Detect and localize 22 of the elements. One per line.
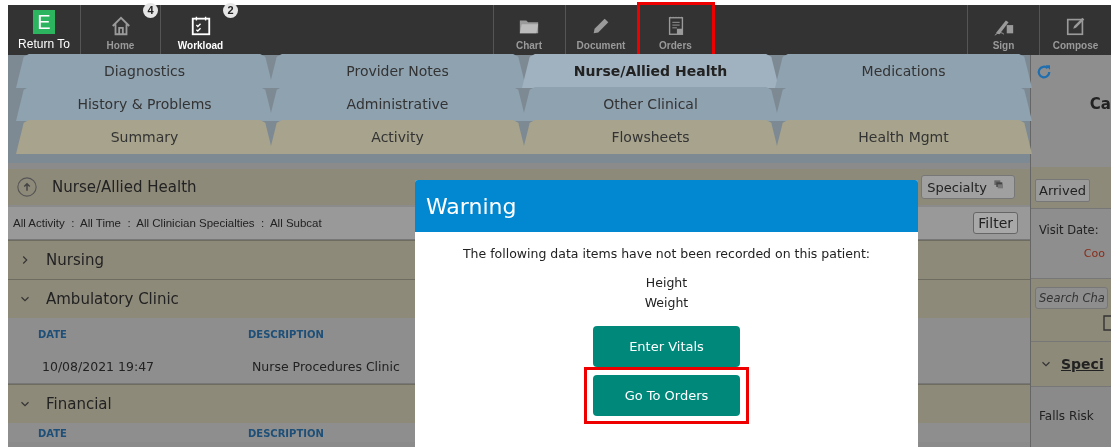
- missing-item: Height: [645, 274, 688, 292]
- column-header: DATE: [38, 428, 67, 441]
- falls-risk-label: Falls Risk: [1038, 408, 1095, 423]
- table-cell: Nurse Procedures Clinic: [252, 359, 400, 374]
- group-title: Financial: [46, 395, 112, 413]
- app-logo: E: [33, 10, 55, 34]
- dialog-title: Warning: [415, 180, 918, 232]
- table-cell: 10/08/2021 19:47: [42, 359, 155, 374]
- group-title: Nursing: [46, 251, 104, 269]
- patient-name: Ca: [1089, 95, 1111, 113]
- count-badge: 4: [143, 3, 158, 18]
- count-badge: 2: [223, 3, 238, 18]
- dialog-message: The following data items have not been recorded on this patient:: [462, 246, 871, 261]
- filter-summary: All Activity : All Time : All Clinician Specialties : All Subcat: [13, 217, 322, 229]
- column-header: DATE: [38, 329, 67, 342]
- alert-text: Coo: [1031, 245, 1111, 279]
- missing-item: Weight: [644, 294, 689, 312]
- section-title: Nurse/Allied Health: [52, 178, 198, 196]
- column-header: DESCRIPTION: [248, 428, 324, 441]
- visit-date-label: Visit Date:: [1031, 209, 1111, 245]
- column-header: DESCRIPTION: [248, 329, 324, 342]
- group-title: Ambulatory Clinic: [46, 290, 179, 308]
